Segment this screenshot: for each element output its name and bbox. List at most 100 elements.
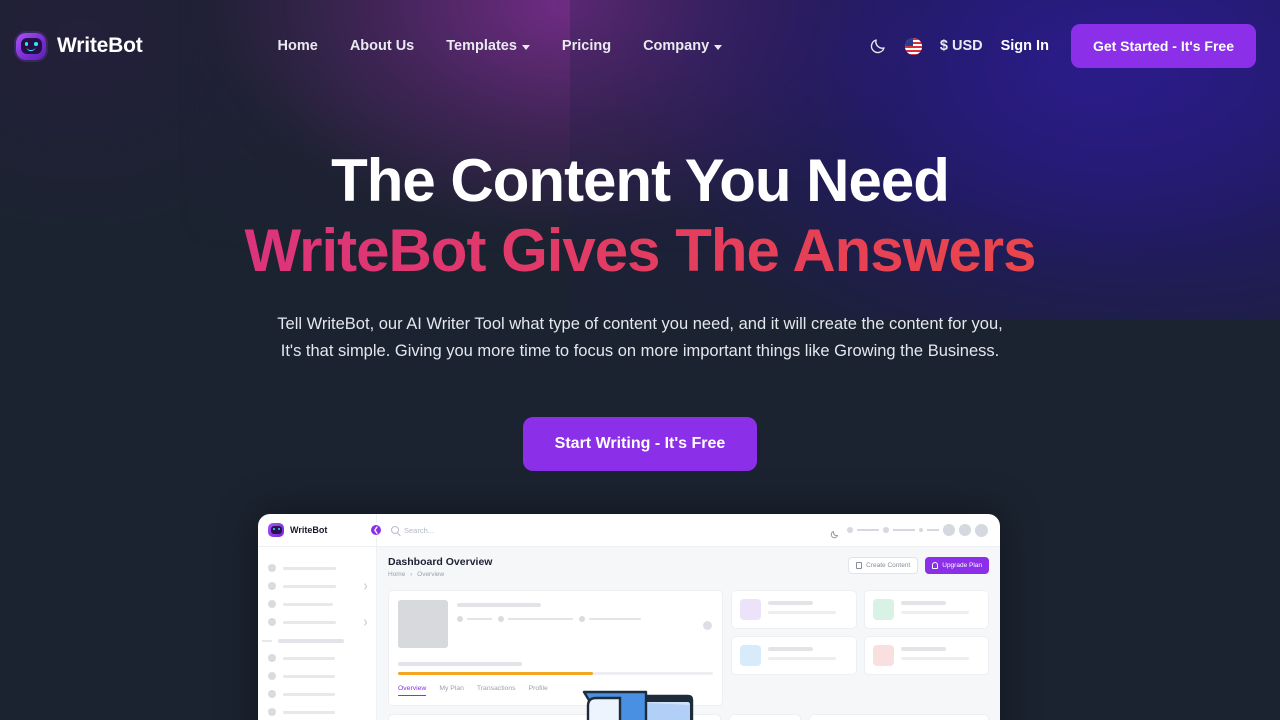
nav-label: About Us (349, 38, 415, 54)
sidebar-item-label (283, 620, 336, 624)
upgrade-plan-button[interactable]: Upgrade Plan (925, 557, 989, 574)
hero-subtitle-line1: Tell WriteBot, our AI Writer Tool what t… (277, 314, 1003, 333)
stat-card[interactable] (731, 636, 857, 675)
meta-dot-icon (579, 616, 585, 622)
mockup-sidebar-header: WriteBot ❮ (258, 514, 383, 546)
search-placeholder: Search... (404, 525, 435, 535)
tab-overview[interactable]: Overview (398, 685, 427, 696)
us-flag-icon[interactable] (904, 37, 922, 55)
button-label: Upgrade Plan (942, 562, 982, 569)
skeleton-title (457, 603, 541, 607)
sidebar-item-icon (268, 690, 276, 698)
sidebar-item[interactable] (258, 649, 376, 667)
stat-icon (740, 645, 761, 666)
tab-transactions[interactable]: Transactions (477, 685, 516, 696)
avatar[interactable] (943, 524, 955, 536)
robot-head-icon (268, 523, 284, 537)
sidebar-item-label (283, 674, 335, 678)
rocket-icon (932, 562, 939, 569)
start-writing-button[interactable]: Start Writing - It's Free (522, 417, 758, 472)
hero-title-line2: WriteBot Gives The Answers (0, 216, 1280, 287)
stat-card[interactable] (863, 636, 989, 675)
sidebar-item[interactable] (258, 685, 376, 703)
dashboard-mockup: WriteBot ❮ Search... ❯ ❯ Dashboard Overv… (258, 514, 1000, 720)
mockup-search-input[interactable]: Search... (377, 514, 830, 546)
breadcrumb-current: Overview (417, 571, 445, 578)
stat-icon (872, 599, 894, 620)
moon-icon[interactable] (830, 526, 839, 538)
stat-icon (740, 599, 761, 620)
sidebar-item-icon (268, 564, 276, 572)
meta-dot-icon (498, 616, 504, 622)
skeleton-title (900, 601, 946, 605)
sidebar-item-icon (268, 582, 276, 590)
avatar[interactable] (959, 524, 971, 536)
placeholder-line (893, 529, 915, 531)
sidebar-item-icon (268, 600, 276, 608)
robot-character-illustration (582, 690, 694, 720)
nav-item-company[interactable]: Company (643, 38, 723, 54)
nav-label: Templates (446, 38, 517, 54)
nav-label: Home (277, 38, 318, 54)
document-icon (856, 562, 863, 569)
sign-in-link[interactable]: Sign In (1001, 38, 1049, 54)
create-content-button[interactable]: Create Content (848, 557, 919, 574)
stat-card-grid (731, 590, 989, 706)
nav-label: Pricing (561, 38, 612, 54)
breadcrumb-separator: › (410, 571, 413, 578)
sidebar-item[interactable] (258, 667, 376, 685)
sidebar-item-label (283, 584, 336, 588)
nav-label: Company (643, 38, 710, 54)
sidebar-section-label (278, 639, 344, 643)
avatar (398, 600, 448, 648)
placeholder-line (927, 529, 939, 531)
meta-dot-icon (457, 616, 463, 622)
currency-selector[interactable]: $ USD (940, 38, 983, 54)
bottom-card (809, 713, 989, 720)
skeleton-title (900, 647, 946, 651)
nav-item-about-us[interactable]: About Us (350, 38, 414, 54)
brand-name: WriteBot (57, 34, 143, 57)
get-started-button[interactable]: Get Started - It's Free (1070, 24, 1256, 68)
hero-subtitle-line2: It's that simple. Giving you more time t… (280, 341, 1000, 360)
avatar[interactable] (975, 523, 988, 537)
sidebar-item[interactable]: ❯ (258, 577, 376, 595)
mockup-topbar: WriteBot ❮ Search... (258, 514, 1000, 547)
meta-item (579, 616, 641, 622)
sidebar-item[interactable] (258, 559, 376, 577)
tab-profile[interactable]: Profile (529, 685, 548, 696)
header-actions: $ USD Sign In Get Started - It's Free (869, 24, 1256, 68)
breadcrumb-root[interactable]: Home (388, 571, 405, 578)
nav-item-home[interactable]: Home (278, 38, 318, 54)
brand-logo[interactable]: WriteBot (16, 32, 143, 60)
card-corner-dot (703, 621, 712, 630)
skeleton-line (900, 657, 969, 660)
search-icon (391, 526, 399, 534)
stat-icon (872, 645, 894, 666)
nav-item-templates[interactable]: Templates (446, 38, 530, 54)
placeholder-line (857, 529, 879, 531)
tab-my-plan[interactable]: My Plan (439, 685, 464, 696)
placeholder-dot (883, 527, 889, 533)
sidebar-item-label (283, 710, 335, 714)
stat-card[interactable] (731, 590, 857, 629)
chevron-left-icon[interactable]: ❮ (369, 523, 383, 537)
sidebar-item[interactable] (258, 703, 376, 720)
page-root: WriteBot Home About Us Templates Pricing… (0, 0, 1280, 720)
nav-item-pricing[interactable]: Pricing (562, 38, 611, 54)
skeleton-title (768, 647, 813, 651)
sidebar-item[interactable]: ❯ (258, 613, 376, 631)
skeleton-line (768, 657, 836, 660)
skeleton-line (467, 617, 492, 621)
site-header: WriteBot Home About Us Templates Pricing… (0, 0, 1280, 92)
mockup-action-buttons: Create Content Upgrade Plan (848, 557, 989, 574)
button-label: Create Content (866, 562, 911, 569)
skeleton-line (508, 617, 573, 621)
moon-icon[interactable] (869, 37, 887, 55)
sidebar-item-icon (268, 654, 276, 662)
stat-card[interactable] (863, 590, 989, 629)
sidebar-item[interactable] (258, 595, 376, 613)
sidebar-item-icon (268, 708, 276, 716)
placeholder-dot (919, 528, 923, 532)
profile-meta-row (457, 616, 713, 622)
